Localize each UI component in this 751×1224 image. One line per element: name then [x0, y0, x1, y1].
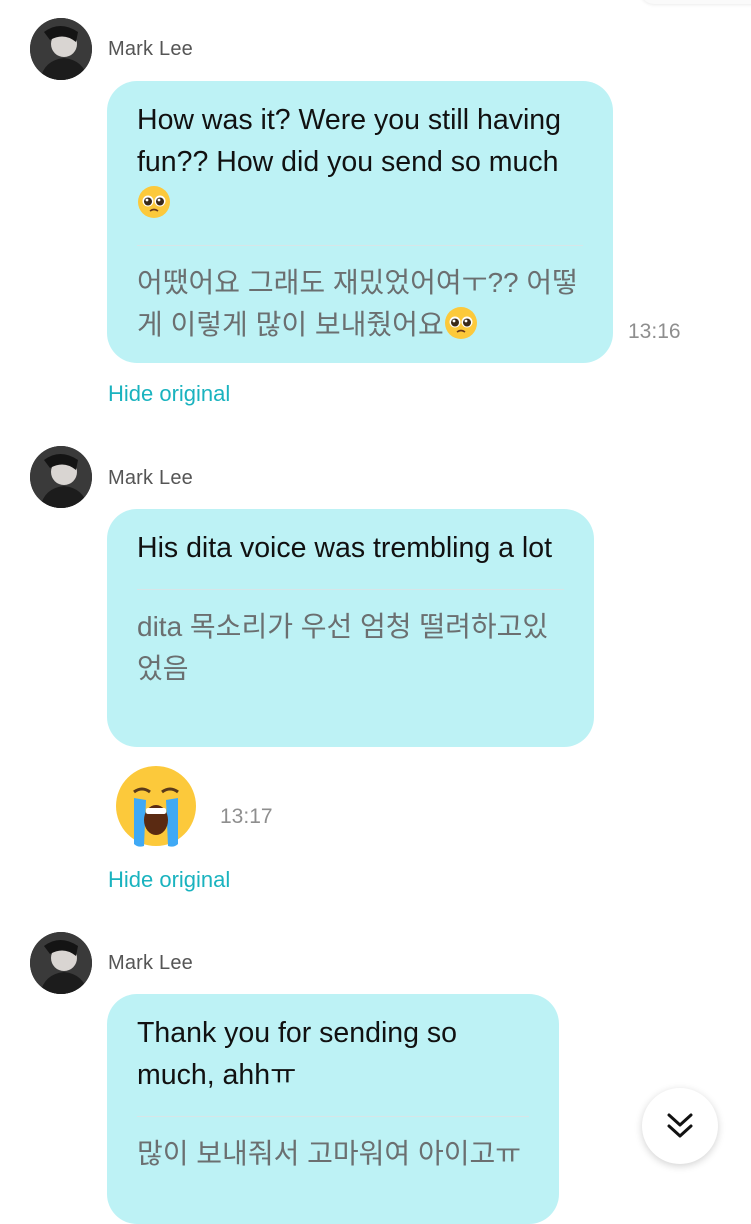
- loudly-crying-face-emoji: [116, 766, 196, 847]
- avatar[interactable]: [30, 446, 92, 508]
- pleading-face-emoji: [138, 186, 170, 218]
- translated-text: Thank you for sending so much, ahhㅠ: [137, 1017, 458, 1091]
- message-bubble[interactable]: His dita voice was trembling a lot dita …: [107, 509, 594, 747]
- sender-name: Mark Lee: [108, 952, 193, 974]
- original-text: dita 목소리가 우선 엄청 떨려하고있었음: [137, 611, 549, 684]
- message-timestamp: 13:16: [628, 320, 681, 343]
- original-text: 많이 보내줘서 고마워여 아이고ㅠ: [137, 1138, 521, 1169]
- original-text: 어땠어요 그래도 재밌었어여ㅜ?? 어떻게 이렇게 많이 보내줬어요: [137, 267, 578, 340]
- double-chevron-down-icon: [667, 1113, 693, 1138]
- hide-original-link[interactable]: Hide original: [108, 381, 230, 407]
- pleading-face-emoji: [444, 307, 477, 339]
- sender-name: Mark Lee: [108, 38, 193, 60]
- bubble-divider: [137, 245, 583, 246]
- translated-text: How was it? Were you still having fun?? …: [137, 99, 585, 225]
- avatar[interactable]: [30, 18, 92, 80]
- message-bubble[interactable]: Thank you for sending so much, ahhㅠ 많이 보…: [107, 994, 559, 1224]
- translated-text: His dita voice was trembling a lot: [137, 532, 553, 564]
- bubble-divider: [137, 589, 564, 590]
- message-timestamp: 13:17: [220, 805, 273, 828]
- top-bar-edge: [640, 0, 751, 4]
- avatar[interactable]: [30, 932, 92, 994]
- hide-original-link[interactable]: Hide original: [108, 867, 230, 893]
- message-bubble[interactable]: How was it? Were you still having fun?? …: [107, 81, 613, 363]
- sender-name: Mark Lee: [108, 467, 193, 489]
- scroll-to-bottom-button[interactable]: [642, 1088, 718, 1164]
- bubble-divider: [137, 1116, 529, 1117]
